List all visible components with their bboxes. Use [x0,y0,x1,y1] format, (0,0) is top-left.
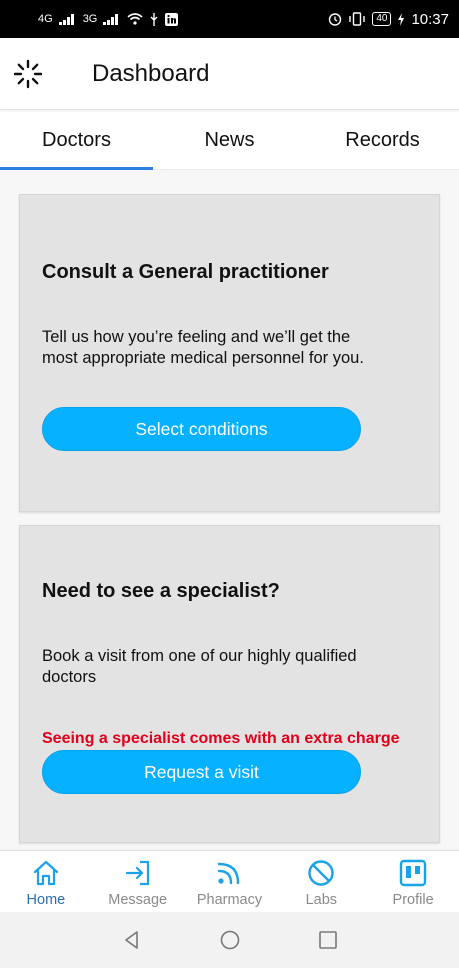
board-icon [399,859,427,887]
nav-home[interactable]: Home [0,851,92,912]
back-icon[interactable] [121,929,143,951]
network-type-right: 3G [82,13,98,25]
page-title: Dashboard [92,60,210,87]
specialist-card: Need to see a specialist? Book a visit f… [19,525,440,843]
alarm-icon [329,13,342,26]
card-description: Tell us how you’re feeling and we’ll get… [42,328,364,367]
battery-icon: 40 [372,12,392,26]
rss-feed-icon [218,862,240,885]
status-left: 4G 3G [38,12,179,26]
status-time: 10:37 [411,10,449,28]
loading-spinner-icon[interactable] [12,58,44,90]
charging-icon [398,12,405,26]
nav-label: Profile [392,892,434,908]
nav-label: Pharmacy [196,892,263,908]
nav-profile[interactable]: Profile [367,851,459,912]
system-navigation-bar [0,912,459,968]
usb-icon [150,12,158,26]
tab-records[interactable]: Records [306,112,459,169]
home-icon [33,860,58,886]
general-practitioner-card: Consult a General practitioner Tell us h… [19,194,440,512]
status-right: 40 10:37 [328,11,449,28]
recents-square-icon[interactable] [317,929,339,951]
select-conditions-button[interactable]: Select conditions [42,407,361,451]
card-title: Need to see a specialist? [42,580,280,602]
request-visit-button[interactable]: Request a visit [42,750,361,794]
block-icon [308,860,334,886]
home-circle-icon[interactable] [219,929,241,951]
nav-message[interactable]: Message [92,851,184,912]
nav-label: Home [26,892,66,908]
nav-label: Labs [305,892,338,908]
status-bar: 4G 3G 40 10:37 [0,0,459,38]
signal-icon-2 [103,13,121,25]
tab-doctors[interactable]: Doctors [0,112,153,170]
top-tabs: Doctors News Records [0,112,459,170]
tab-news[interactable]: News [153,112,306,169]
card-description: Book a visit from one of our highly qual… [42,647,357,686]
linkedin-icon [165,12,179,26]
network-type-left: 4G [38,13,53,25]
app-bar: Dashboard [0,38,459,110]
nav-label: Message [108,892,168,908]
signal-icon [58,13,77,25]
extra-charge-warning: Seeing a specialist comes with an extra … [42,730,400,747]
nav-pharmacy[interactable]: Pharmacy [184,851,276,912]
login-arrow-icon [125,860,149,886]
doctors-content: Consult a General practitioner Tell us h… [0,170,459,850]
card-title: Consult a General practitioner [42,261,329,283]
nav-labs[interactable]: Labs [275,851,367,912]
bottom-navigation: Home Message Pharmacy Labs Profile [0,850,459,912]
wifi-icon [127,13,143,25]
vibrate-icon [349,12,366,26]
